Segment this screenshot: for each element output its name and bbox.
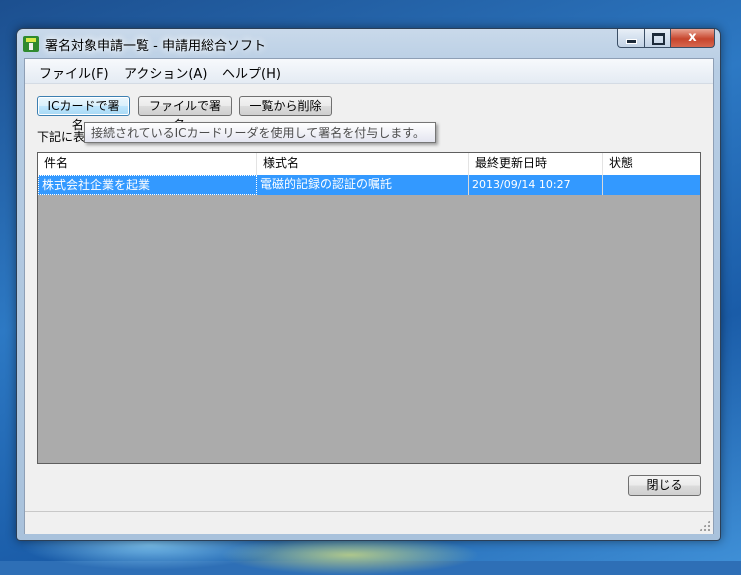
- window-title: 署名対象申請一覧 - 申請用総合ソフト: [45, 39, 266, 54]
- cell-form-name: 電磁的記録の認証の嘱託: [257, 175, 469, 195]
- maximize-icon: [652, 33, 665, 45]
- remove-from-list-button[interactable]: 一覧から削除: [239, 96, 332, 116]
- minimize-icon: [626, 39, 637, 44]
- minimize-button[interactable]: [617, 29, 645, 48]
- ic-card-sign-button[interactable]: ICカードで署名...: [37, 96, 130, 132]
- column-header-subject[interactable]: 件名: [38, 153, 257, 175]
- menu-action[interactable]: アクション(A): [124, 63, 207, 82]
- signature-target-list[interactable]: 件名 様式名 最終更新日時 状態 株式会社企業を起業 電磁的記録の認証の嘱託 2…: [37, 152, 701, 464]
- tooltip: 接続されているICカードリーダを使用して署名を付与します。: [84, 122, 436, 143]
- close-window-button[interactable]: x: [671, 29, 715, 48]
- menu-help[interactable]: ヘルプ(H): [222, 63, 281, 82]
- caption-buttons: x: [617, 29, 715, 48]
- menu-file[interactable]: ファイル(F): [39, 63, 109, 82]
- cell-status: [603, 175, 700, 195]
- column-header-status[interactable]: 状態: [603, 153, 700, 175]
- file-sign-button[interactable]: ファイルで署名...: [138, 96, 232, 132]
- wallpaper-glow: [220, 535, 480, 575]
- app-icon: [23, 36, 39, 52]
- close-button[interactable]: 閉じる: [628, 475, 701, 496]
- resize-grip-icon[interactable]: [699, 520, 710, 531]
- menu-bar: ファイル(F) アクション(A) ヘルプ(H): [25, 59, 713, 84]
- table-row[interactable]: 株式会社企業を起業 電磁的記録の認証の嘱託 2013/09/14 10:27: [38, 175, 700, 195]
- status-bar: [25, 511, 713, 534]
- close-icon: x: [688, 30, 697, 45]
- cell-subject: 株式会社企業を起業: [38, 175, 257, 195]
- column-header-form-name[interactable]: 様式名: [257, 153, 469, 175]
- list-caption: 下記に表: [37, 130, 86, 144]
- title-bar[interactable]: 署名対象申請一覧 - 申請用総合ソフト x: [17, 29, 720, 58]
- app-window: 署名対象申請一覧 - 申請用総合ソフト x ファイル(F) アクション(A) ヘ…: [16, 28, 721, 541]
- cell-last-updated: 2013/09/14 10:27: [469, 175, 603, 195]
- list-header: 件名 様式名 最終更新日時 状態: [38, 153, 700, 176]
- maximize-button[interactable]: [645, 29, 671, 48]
- client-area: ファイル(F) アクション(A) ヘルプ(H) ICカードで署名... ファイル…: [24, 58, 714, 534]
- column-header-last-updated[interactable]: 最終更新日時: [469, 153, 603, 175]
